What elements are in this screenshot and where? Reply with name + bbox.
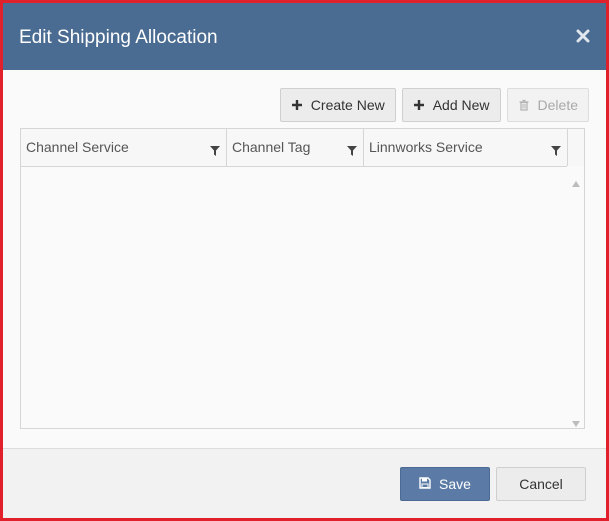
column-header-channel-tag[interactable]: Channel Tag [227,129,364,166]
filter-icon[interactable] [347,143,357,156]
add-new-label: Add New [432,97,490,113]
save-label: Save [439,476,471,492]
grid-scrollbar[interactable] [567,166,584,428]
filter-icon[interactable] [210,143,220,156]
plus-icon [291,99,303,111]
trash-icon [518,99,530,111]
column-label: Channel Service [26,139,129,155]
create-new-label: Create New [310,97,385,113]
save-button[interactable]: Save [400,467,490,501]
close-icon[interactable] [576,29,590,43]
filter-icon[interactable] [551,143,561,156]
scroll-down-arrow-icon[interactable] [572,414,580,427]
dialog-footer: Save Cancel [3,448,606,518]
cancel-button[interactable]: Cancel [496,467,586,501]
column-label: Linnworks Service [369,139,483,155]
column-label: Channel Tag [232,139,311,155]
grid-header: Channel Service Channel Tag Linnworks Se… [21,129,584,167]
column-header-channel-service[interactable]: Channel Service [21,129,227,166]
grid-toolbar: Create New Add New Delete [279,88,589,122]
dialog-title: Edit Shipping Allocation [19,27,218,48]
column-header-linnworks-service[interactable]: Linnworks Service [364,129,568,166]
floppy-disk-icon [419,476,431,492]
delete-label: Delete [537,97,578,113]
shipping-allocation-grid: Channel Service Channel Tag Linnworks Se… [20,128,585,429]
cancel-label: Cancel [519,476,563,492]
dialog-header: Edit Shipping Allocation [3,3,606,70]
dialog-body: Create New Add New Delete Channel Servic… [3,70,606,449]
delete-button[interactable]: Delete [506,88,589,122]
scroll-up-arrow-icon[interactable] [572,174,580,187]
dialog-window: Edit Shipping Allocation Create New Add … [0,0,609,521]
plus-icon [413,99,425,111]
add-new-button[interactable]: Add New [401,88,501,122]
create-new-button[interactable]: Create New [279,88,396,122]
